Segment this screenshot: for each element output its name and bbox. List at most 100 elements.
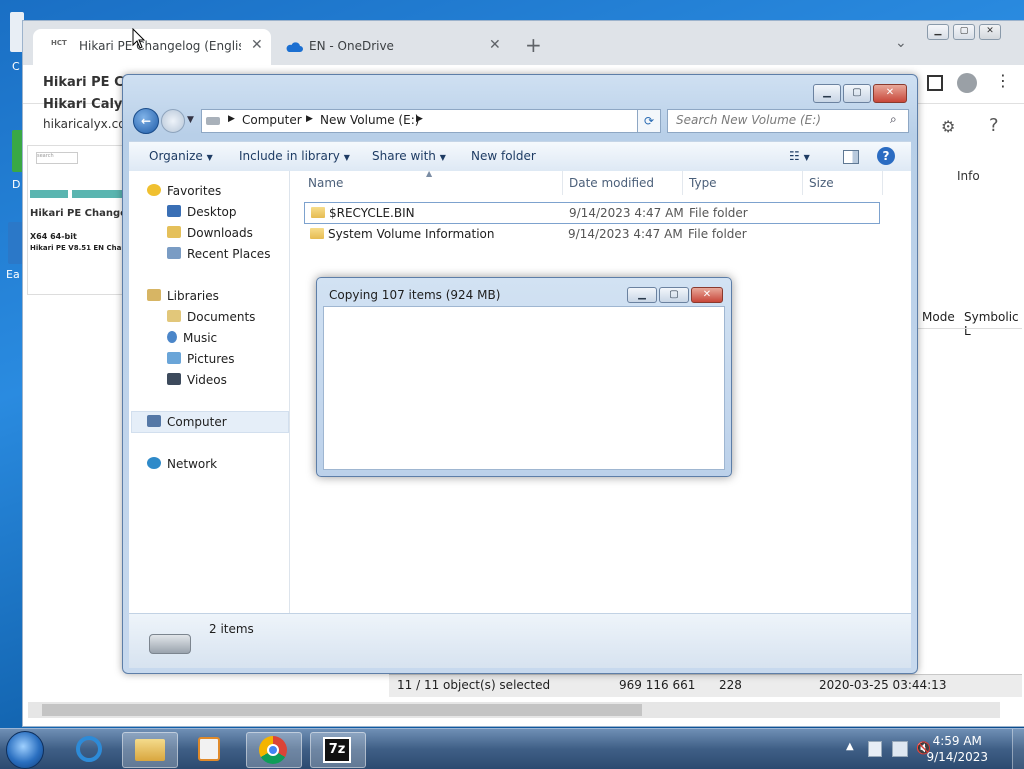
command-bar: Organize ▼ Include in library ▼ Share wi… <box>129 141 911 173</box>
chevron-down-icon: ▼ <box>343 153 350 162</box>
close-button[interactable]: ✕ <box>979 24 1001 40</box>
profile-avatar-icon[interactable] <box>957 73 977 93</box>
maximize-button[interactable]: ▢ <box>843 84 871 103</box>
menu-dots-icon[interactable]: ⋮ <box>995 71 1011 90</box>
organize-menu[interactable]: Organize ▼ <box>149 149 213 163</box>
tab-onedrive[interactable]: EN - OneDrive ✕ <box>273 29 511 65</box>
page-thumbnail[interactable]: search Hikari PE Changelog X64 64-bit Hi… <box>27 145 127 295</box>
nav-pictures[interactable]: Pictures <box>167 349 235 369</box>
minimize-button[interactable]: ▁ <box>813 84 841 103</box>
nav-network[interactable]: Network <box>147 454 217 474</box>
breadcrumb-separator[interactable]: ▶ <box>306 114 313 124</box>
file-date: 9/14/2023 4:47 AM <box>568 227 683 241</box>
nav-videos[interactable]: Videos <box>167 370 227 390</box>
recent-pages-chevron-icon[interactable]: ▼ <box>187 115 194 125</box>
minimize-button[interactable]: ▁ <box>627 287 657 303</box>
copy-progress-dialog: Copying 107 items (924 MB) ▁ ▢ ✕ <box>316 277 732 477</box>
tab-search-chevron-icon[interactable]: ⌄ <box>895 35 907 51</box>
new-folder-button[interactable]: New folder <box>471 149 536 163</box>
navigation-pane: Favorites Desktop Downloads Recent Place… <box>129 171 290 613</box>
thumb-tag <box>30 190 68 198</box>
breadcrumb-separator[interactable]: ▶ <box>416 114 423 124</box>
nav-documents[interactable]: Documents <box>167 307 255 327</box>
column-header[interactable]: Symbolic L <box>964 310 1024 338</box>
extension-icon[interactable]: ⚙ <box>941 117 955 136</box>
file-type: File folder <box>688 227 747 241</box>
file-type: File folder <box>689 206 748 220</box>
help-icon[interactable]: ? <box>877 147 895 165</box>
back-button[interactable]: ← <box>133 108 159 134</box>
chrome-icon <box>259 736 287 764</box>
organize-label: Organize <box>149 149 203 163</box>
folder-icon <box>311 207 325 218</box>
folder-icon <box>310 228 324 239</box>
close-tab-icon[interactable]: ✕ <box>251 37 263 53</box>
include-in-library-menu[interactable]: Include in library ▼ <box>239 149 350 163</box>
table-row[interactable]: System Volume Information 9/14/2023 4:47… <box>304 224 878 244</box>
column-header-date[interactable]: Date modified <box>563 171 683 195</box>
share-with-menu[interactable]: Share with ▼ <box>372 149 446 163</box>
page-url[interactable]: hikaricalyx.co <box>43 117 126 131</box>
close-tab-icon[interactable]: ✕ <box>489 37 501 53</box>
maximize-button[interactable]: ▢ <box>659 287 689 303</box>
selection-status: 11 / 11 object(s) selected <box>397 678 551 692</box>
libraries-icon <box>147 289 161 301</box>
scrollbar-thumb[interactable] <box>42 704 642 716</box>
tab-hikari-changelog[interactable]: HCT Hikari PE Changelog (English) – H ✕ <box>33 29 271 65</box>
column-header-type[interactable]: Type <box>683 171 803 195</box>
nav-libraries[interactable]: Libraries <box>147 286 219 306</box>
chrome-taskbar-button[interactable] <box>246 732 302 768</box>
new-tab-button[interactable]: + <box>525 33 542 57</box>
explorer-taskbar-button[interactable] <box>122 732 178 768</box>
side-panel-icon[interactable] <box>927 75 943 91</box>
search-input[interactable]: Search New Volume (E:) ⌕ <box>667 109 909 133</box>
help-icon[interactable]: ? <box>989 115 999 136</box>
breadcrumb-computer[interactable]: Computer <box>242 113 302 127</box>
column-header-name[interactable]: Name <box>302 171 563 195</box>
nav-label: Videos <box>187 373 227 387</box>
column-label: Size <box>809 176 834 190</box>
nav-desktop[interactable]: Desktop <box>167 202 237 222</box>
horizontal-scrollbar[interactable] <box>28 702 1000 718</box>
show-hidden-icons-icon[interactable]: ▲ <box>846 741 854 752</box>
action-center-icon[interactable] <box>868 741 882 757</box>
column-header[interactable]: Mode <box>922 310 955 324</box>
show-desktop-button[interactable] <box>1012 729 1024 769</box>
breadcrumb-separator[interactable]: ▶ <box>228 114 235 124</box>
forward-button[interactable] <box>161 109 185 133</box>
videos-icon <box>167 373 181 385</box>
column-header-size[interactable]: Size <box>803 171 883 195</box>
close-button[interactable]: ✕ <box>691 287 723 303</box>
search-icon[interactable]: ⌕ <box>890 112 897 127</box>
documents-icon <box>167 310 181 322</box>
nav-favorites[interactable]: Favorites <box>147 181 221 201</box>
maximize-button[interactable]: ▢ <box>953 24 975 40</box>
refresh-button[interactable]: ⟳ <box>637 109 661 133</box>
network-icon <box>147 457 161 469</box>
address-bar[interactable]: ▶ Computer ▶ New Volume (E:) ▶ ▼ <box>201 109 661 133</box>
hct-favicon-icon: HCT <box>51 39 67 47</box>
include-in-library-label: Include in library <box>239 149 340 163</box>
thumb-search-input: search <box>36 152 78 164</box>
nav-music[interactable]: Music <box>167 328 217 348</box>
network-status-icon[interactable] <box>892 741 908 757</box>
nav-downloads[interactable]: Downloads <box>167 223 253 243</box>
clock[interactable]: 4:59 AM 9/14/2023 <box>926 733 988 765</box>
close-button[interactable]: ✕ <box>873 84 907 103</box>
breadcrumb-drive[interactable]: New Volume (E:) <box>320 113 419 127</box>
status-bar: 11 / 11 object(s) selected 969 116 661 2… <box>389 674 1022 697</box>
preview-pane-icon[interactable] <box>843 150 859 164</box>
7zip-taskbar-button[interactable]: 7z <box>310 732 366 768</box>
nav-recent-places[interactable]: Recent Places <box>167 244 270 264</box>
pictures-icon <box>167 352 181 364</box>
table-row[interactable]: $RECYCLE.BIN 9/14/2023 4:47 AM File fold… <box>304 202 880 224</box>
thumb-tag <box>72 190 126 198</box>
details-pane: 2 items <box>129 613 911 668</box>
view-options-icon[interactable]: ☷ ▼ <box>789 149 810 163</box>
minimize-button[interactable]: ▁ <box>927 24 949 40</box>
7zip-icon: 7z <box>323 737 351 763</box>
ie-taskbar-button[interactable] <box>62 732 116 766</box>
nav-computer[interactable]: Computer <box>147 412 227 432</box>
media-player-taskbar-button[interactable] <box>182 732 236 766</box>
start-button[interactable] <box>6 731 44 769</box>
